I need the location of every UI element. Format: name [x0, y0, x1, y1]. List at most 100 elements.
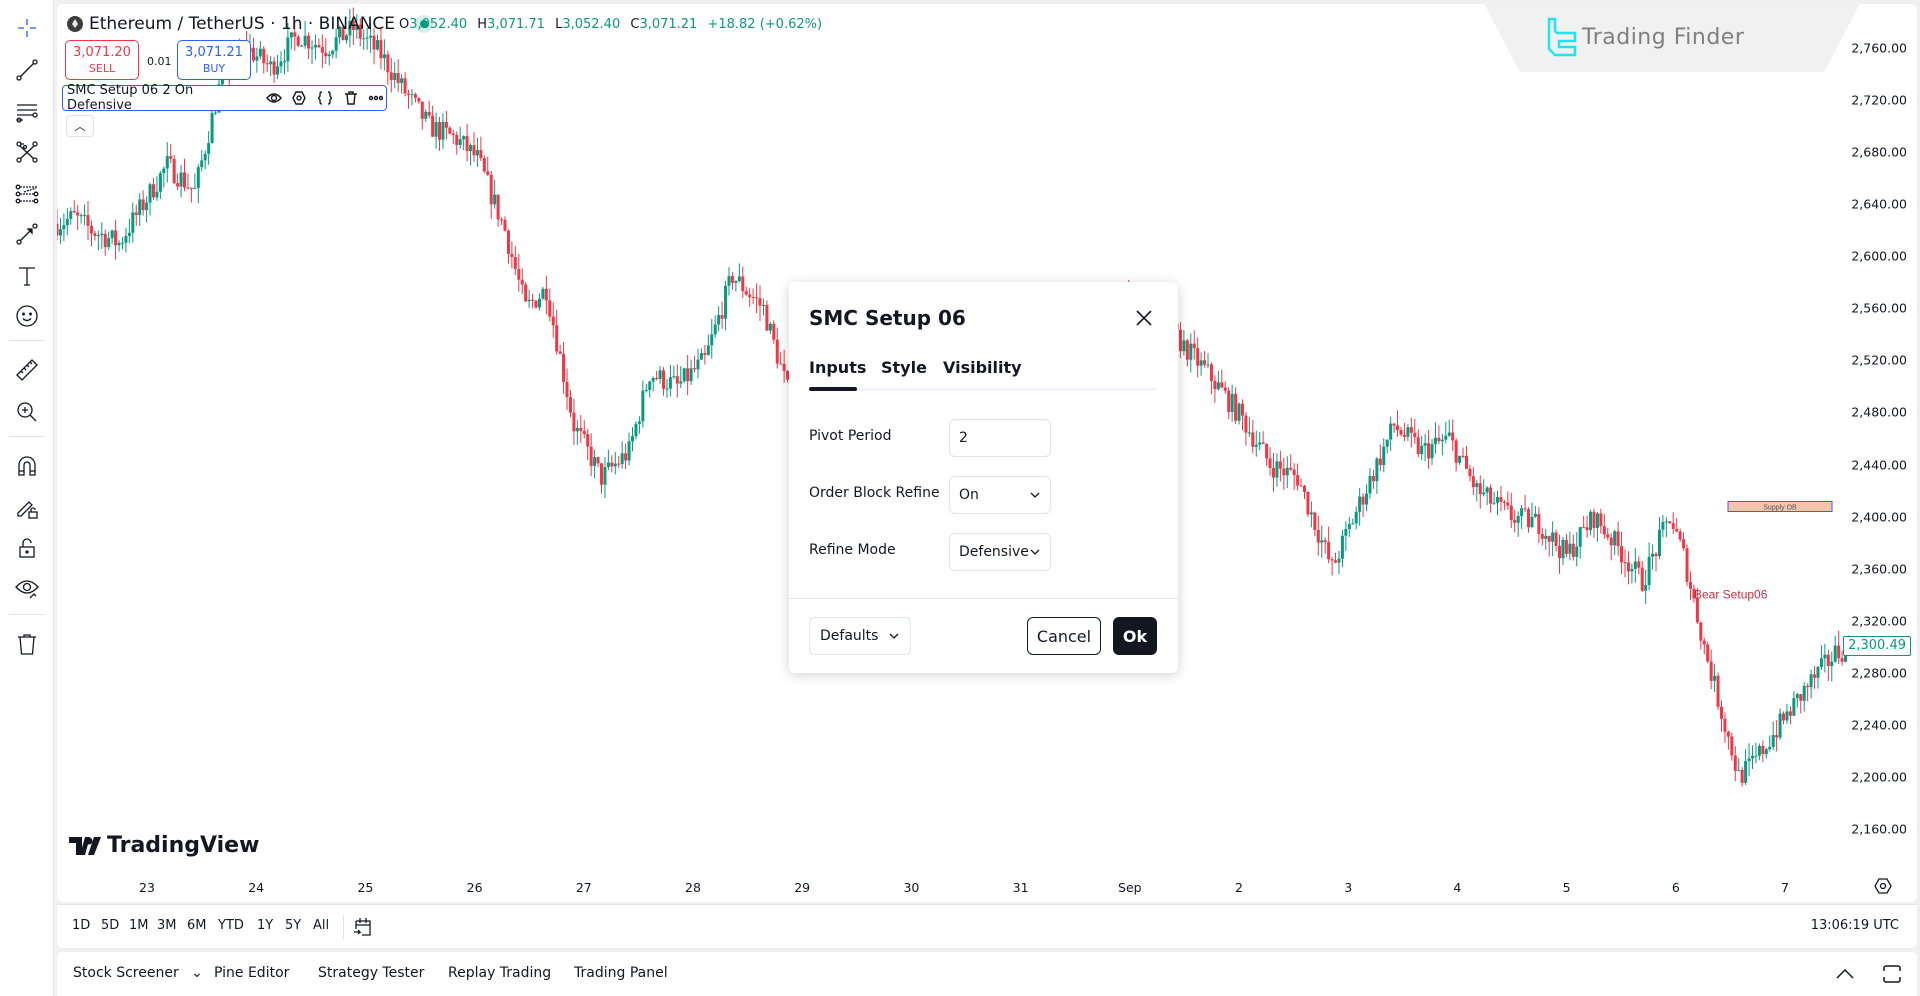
zoom-in-icon[interactable] [11, 396, 43, 428]
text-icon[interactable] [11, 260, 43, 292]
go-to-date-icon[interactable] [351, 915, 375, 939]
defaults-dropdown[interactable]: Defaults [809, 617, 911, 655]
candle-body [269, 61, 273, 65]
tab-style[interactable]: Style [881, 358, 927, 377]
hide-icon[interactable] [11, 572, 43, 604]
candle-body [686, 368, 690, 382]
candle-body [320, 47, 324, 53]
delete-icon[interactable] [341, 88, 361, 108]
price-tick-label: 2,480.00 [1851, 404, 1907, 420]
candle-body [438, 122, 442, 140]
ok-button[interactable]: Ok [1113, 617, 1157, 655]
order-block-refine-select[interactable]: On [949, 476, 1051, 514]
chevron-up-icon: ︿ [74, 120, 86, 133]
pivot-period-input[interactable]: 2 [949, 419, 1051, 457]
candle-body [1564, 540, 1568, 554]
candle-body [272, 61, 276, 75]
crosshair-icon[interactable] [11, 12, 43, 44]
tab-inputs[interactable]: Inputs [809, 358, 866, 377]
candle-body [631, 436, 635, 442]
panel-tab-replay-trading[interactable]: Replay Trading [448, 965, 551, 981]
candle-body [1258, 442, 1262, 445]
indicator-legend[interactable]: SMC Setup 06 2 On Defensive [62, 83, 387, 113]
date-tick-label: 26 [466, 880, 483, 895]
candle-body [1344, 529, 1348, 536]
trash-icon[interactable] [11, 628, 43, 660]
lock-drawing-icon[interactable] [11, 492, 43, 524]
candle-body [1489, 487, 1493, 504]
source-code-icon[interactable] [315, 88, 335, 108]
trend-line-icon[interactable] [11, 54, 43, 86]
candle-body [1178, 329, 1182, 352]
eye-icon[interactable] [264, 88, 284, 108]
candle-body [1523, 508, 1527, 510]
panel-tab-label: Stock Screener [73, 965, 179, 981]
sell-button[interactable]: 3,071.20 SELL [65, 40, 139, 80]
candle-body [1723, 718, 1727, 732]
more-icon[interactable] [366, 88, 386, 108]
candle-body [675, 376, 679, 384]
utc-clock[interactable]: 13:06:19 UTC [1811, 918, 1899, 933]
pattern-icon[interactable] [11, 136, 43, 168]
candle-body [207, 143, 211, 154]
horizontal-lines-icon[interactable] [11, 96, 43, 128]
date-tick-label: 30 [903, 880, 920, 895]
candle-body [203, 153, 207, 161]
tradingview-app: Supply OB Bear Setup06 Trading Finder Eth… [0, 0, 1920, 996]
range-button-1m[interactable]: 1M [129, 918, 149, 933]
collapse-legend-button[interactable]: ︿ [66, 115, 94, 137]
range-button-ytd[interactable]: YTD [218, 918, 244, 933]
lock-icon[interactable] [11, 532, 43, 564]
candle-body [1620, 546, 1624, 563]
refine-mode-select[interactable]: Defensive [949, 533, 1051, 571]
magnet-icon[interactable] [11, 450, 43, 482]
candle-body [531, 299, 535, 301]
bear-setup-label: Bear Setup06 [1694, 588, 1768, 602]
candle-body [262, 48, 266, 64]
candle-body [327, 54, 331, 57]
date-tick-label: 23 [139, 880, 155, 895]
chart-settings-icon[interactable] [1873, 876, 1893, 896]
range-button-3m[interactable]: 3M [157, 918, 177, 933]
panel-tab-pine-editor[interactable]: Pine Editor [214, 965, 289, 981]
fib-icon[interactable] [11, 178, 43, 210]
maximize-icon[interactable] [1881, 963, 1903, 985]
settings-icon[interactable] [290, 88, 310, 108]
ruler-icon[interactable] [11, 354, 43, 386]
drawing-toolbar [0, 0, 54, 996]
candle-body [1816, 667, 1820, 678]
candle-body [393, 73, 397, 81]
candle-body [1237, 403, 1241, 421]
symbol-title[interactable]: Ethereum / TetherUS · 1h · BINANCE [67, 14, 434, 34]
active-tab-indicator [809, 387, 857, 391]
panel-tab-trading-panel[interactable]: Trading Panel [574, 965, 668, 981]
range-button-5y[interactable]: 5Y [285, 918, 301, 933]
range-button-1d[interactable]: 1D [72, 918, 90, 933]
candle-body [138, 199, 142, 215]
buy-button[interactable]: 3,071.21 BUY [177, 40, 251, 80]
emoji-icon[interactable] [11, 300, 43, 332]
candle-body [541, 288, 545, 299]
panel-tab-strategy-tester[interactable]: Strategy Tester [318, 965, 424, 981]
range-button-1y[interactable]: 1Y [257, 918, 273, 933]
tab-visibility[interactable]: Visibility [943, 358, 1022, 377]
candle-body [189, 187, 193, 189]
candle-body [555, 325, 559, 352]
chevron-up-icon[interactable] [1833, 964, 1857, 984]
candle-body [1685, 548, 1689, 582]
candle-body [310, 47, 314, 49]
cancel-button[interactable]: Cancel [1027, 617, 1101, 655]
candle-body [1340, 535, 1344, 559]
candle-body [1592, 511, 1596, 528]
pivot-period-value: 2 [959, 430, 968, 446]
range-button-6m[interactable]: 6M [187, 918, 207, 933]
candle-body [551, 316, 555, 326]
range-button-5d[interactable]: 5D [101, 918, 119, 933]
close-icon[interactable] [1132, 306, 1156, 330]
candle-body [651, 377, 655, 382]
range-button-all[interactable]: All [313, 918, 329, 933]
panel-tab-stock-screener[interactable]: Stock Screener ⌄ [73, 965, 203, 981]
arrow-brush-icon[interactable] [11, 218, 43, 250]
candle-body [386, 54, 390, 73]
candle-body [1509, 505, 1513, 520]
